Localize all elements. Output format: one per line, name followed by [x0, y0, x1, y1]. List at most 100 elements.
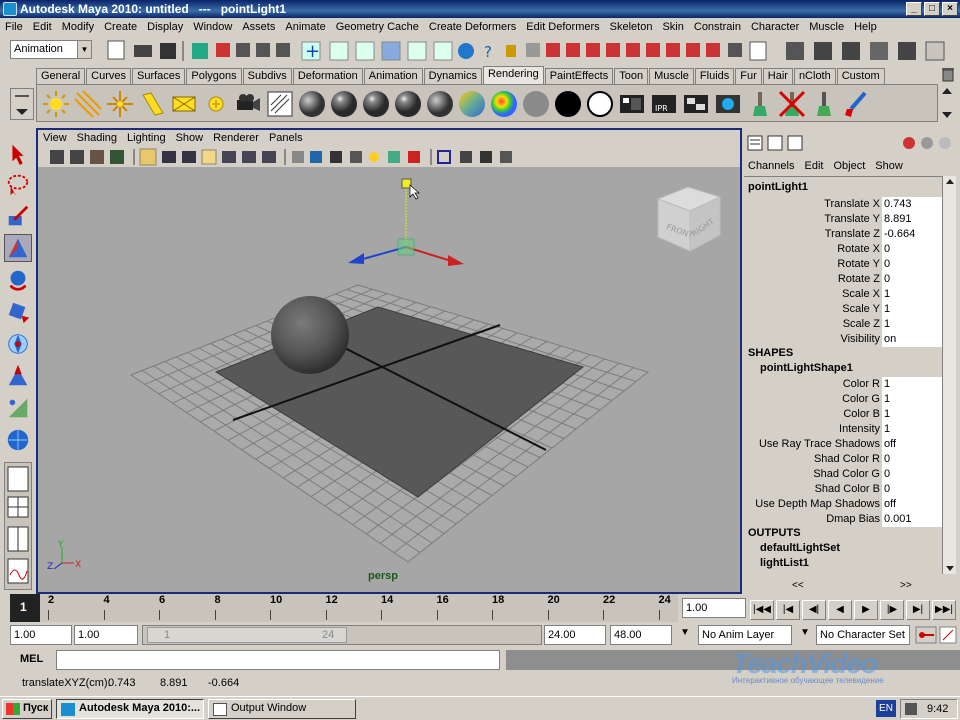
- rotate-tool-icon[interactable]: [4, 266, 32, 294]
- area-light-icon[interactable]: [169, 89, 199, 119]
- layout-buttons[interactable]: [4, 462, 32, 590]
- menu-set-dropdown[interactable]: Animation ▼: [10, 40, 92, 59]
- lambert-icon[interactable]: [297, 89, 327, 119]
- menu-skeleton[interactable]: Skeleton: [605, 21, 658, 33]
- shape-attr-value[interactable]: 1: [882, 422, 942, 437]
- range-track[interactable]: 1 24: [142, 625, 542, 645]
- transform-row[interactable]: Visibility on: [746, 332, 946, 347]
- shape-attr-value[interactable]: 0: [882, 482, 942, 497]
- hypershade-icon[interactable]: [265, 89, 295, 119]
- tab-painteffects[interactable]: PaintEffects: [544, 68, 614, 84]
- paint-fx-icon[interactable]: [809, 89, 839, 119]
- tab-fluids[interactable]: Fluids: [694, 68, 735, 84]
- ramp-shader-icon[interactable]: [457, 89, 487, 119]
- menu-geometry-cache[interactable]: Geometry Cache: [331, 21, 424, 33]
- transform-row[interactable]: Scale Z1: [746, 317, 946, 332]
- transform-value[interactable]: 0: [882, 272, 942, 287]
- tab-animation[interactable]: Animation: [363, 68, 423, 84]
- surface-shader-icon[interactable]: [521, 89, 551, 119]
- move-tool-icon[interactable]: [4, 234, 32, 262]
- menu-animate[interactable]: Animate: [280, 21, 330, 33]
- tab-hair[interactable]: Hair: [762, 68, 793, 84]
- transform-value[interactable]: on: [882, 332, 942, 347]
- scene-view[interactable]: FRONT RIGHT Y X Z persp: [38, 167, 740, 592]
- shape-attr-row[interactable]: Color B1: [746, 407, 946, 422]
- tab-custom[interactable]: Custom: [836, 68, 885, 84]
- menu-create[interactable]: Create: [99, 21, 142, 33]
- transform-row[interactable]: Rotate X0: [746, 242, 946, 257]
- menu-file[interactable]: File: [0, 21, 28, 33]
- status-line-icons[interactable]: + ?: [106, 39, 806, 63]
- tab-curves[interactable]: Curves: [86, 68, 131, 84]
- shape-attr-row[interactable]: Shad Color R0: [746, 452, 946, 467]
- step-forward-key-button[interactable]: |▶: [880, 600, 904, 620]
- menu-edit[interactable]: Edit: [28, 21, 57, 33]
- range-extra-icons[interactable]: [914, 625, 958, 645]
- transform-row[interactable]: Rotate Z0: [746, 272, 946, 287]
- transform-value[interactable]: 1: [882, 302, 942, 317]
- sphere-object[interactable]: [271, 296, 349, 374]
- shape-attr-row[interactable]: Shad Color B0: [746, 482, 946, 497]
- character-set-field[interactable]: No Character Set: [816, 625, 910, 645]
- vp-menu-view[interactable]: View: [38, 132, 72, 144]
- shape-attr-value[interactable]: 1: [882, 407, 942, 422]
- channel-box-scrollbar[interactable]: [942, 176, 956, 574]
- transparent-shader-icon[interactable]: [585, 89, 615, 119]
- layered-shader-icon[interactable]: [489, 89, 519, 119]
- channel-box-horizontal-scroll[interactable]: << >>: [784, 580, 944, 592]
- show-manipulator-icon[interactable]: [4, 394, 32, 422]
- object-name[interactable]: pointLight1: [748, 181, 808, 193]
- viewport-toolbar[interactable]: [38, 147, 740, 167]
- channel-box-toggle-icons[interactable]: [900, 134, 956, 154]
- point-light-manipulator[interactable]: [348, 178, 464, 266]
- step-forward-button[interactable]: ▶|: [906, 600, 930, 620]
- scale-tool-icon[interactable]: [4, 298, 32, 326]
- shape-attr-row[interactable]: Shad Color G0: [746, 467, 946, 482]
- scroll-left-icon[interactable]: <<: [792, 580, 804, 591]
- cb-menu-edit[interactable]: Edit: [804, 160, 823, 172]
- shelf-scroll[interactable]: [940, 86, 954, 120]
- tab-ncloth[interactable]: nCloth: [793, 68, 836, 84]
- menu-assets[interactable]: Assets: [237, 21, 280, 33]
- view-cube[interactable]: FRONT RIGHT: [656, 186, 722, 252]
- animation-start-field[interactable]: 1.00: [10, 625, 72, 645]
- shape-attr-row[interactable]: Dmap Bias 0.001: [746, 512, 946, 527]
- cb-menu-object[interactable]: Object: [833, 160, 865, 172]
- playback-end-field[interactable]: 24.00: [544, 625, 606, 645]
- transform-row[interactable]: Rotate Y0: [746, 257, 946, 272]
- maximize-button[interactable]: □: [924, 2, 940, 16]
- camera-icon[interactable]: [233, 89, 263, 119]
- tab-dynamics[interactable]: Dynamics: [423, 68, 482, 84]
- menu-constrain[interactable]: Constrain: [689, 21, 746, 33]
- vp-menu-renderer[interactable]: Renderer: [208, 132, 264, 144]
- shape-attr-value[interactable]: off: [882, 497, 942, 512]
- cb-menu-channels[interactable]: Channels: [748, 160, 794, 172]
- minimize-button[interactable]: _: [906, 2, 922, 16]
- transform-row[interactable]: Scale X1: [746, 287, 946, 302]
- shape-attr-value[interactable]: 0: [882, 467, 942, 482]
- shape-attr-value[interactable]: 0: [882, 452, 942, 467]
- shape-attr-row[interactable]: Color G1: [746, 392, 946, 407]
- shape-attr-value[interactable]: 1: [882, 377, 942, 392]
- channel-box-layout-icons[interactable]: [746, 134, 806, 154]
- tab-toon[interactable]: Toon: [614, 68, 649, 84]
- step-back-button[interactable]: |◀: [776, 600, 800, 620]
- shape-attr-row[interactable]: Intensity 1: [746, 422, 946, 437]
- start-button[interactable]: Пуск: [2, 699, 52, 719]
- phong-icon[interactable]: [361, 89, 391, 119]
- anisotropic-icon[interactable]: [425, 89, 455, 119]
- tab-fur[interactable]: Fur: [735, 68, 762, 84]
- directional-light-icon[interactable]: [73, 89, 103, 119]
- shape-attr-row[interactable]: Use Depth Map Shadows off: [746, 497, 946, 512]
- menu-modify[interactable]: Modify: [57, 21, 99, 33]
- cb-menu-show[interactable]: Show: [875, 160, 903, 172]
- vp-menu-shading[interactable]: Shading: [72, 132, 122, 144]
- spot-light-icon[interactable]: [137, 89, 167, 119]
- soft-modification-icon[interactable]: [4, 362, 32, 390]
- transform-value[interactable]: 1: [882, 317, 942, 332]
- tab-subdivs[interactable]: Subdivs: [242, 68, 292, 84]
- select-tool-icon[interactable]: [4, 140, 32, 168]
- vp-menu-show[interactable]: Show: [171, 132, 209, 144]
- go-to-end-button[interactable]: ▶▶|: [932, 600, 956, 620]
- taskbar-maya[interactable]: Autodesk Maya 2010:...: [56, 699, 204, 719]
